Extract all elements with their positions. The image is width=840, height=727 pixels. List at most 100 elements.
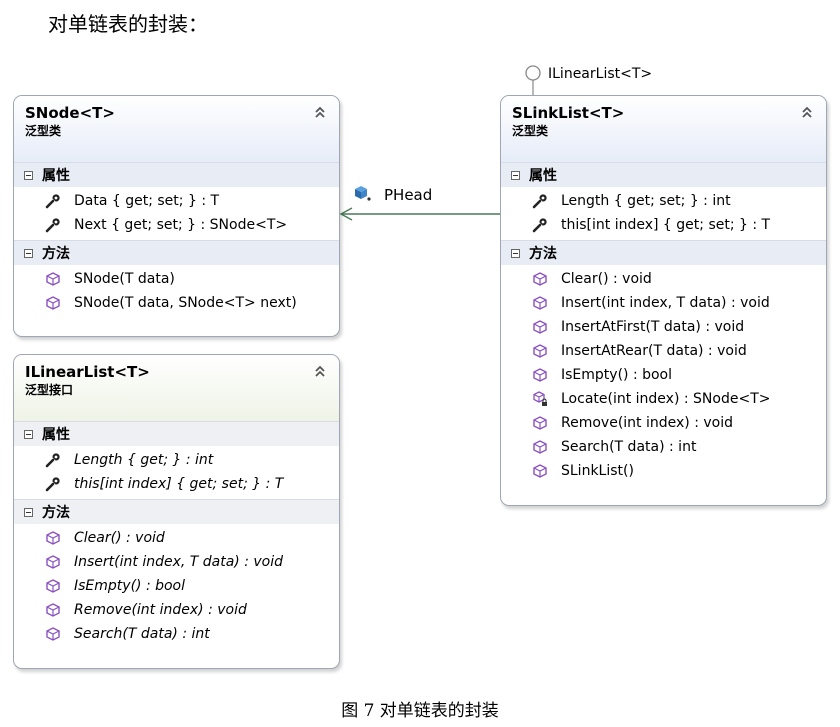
method-remove[interactable]: Remove(int index) : void: [501, 411, 826, 435]
properties-section-header[interactable]: 属性: [14, 162, 339, 187]
figure-caption: 图 7 对单链表的封装: [341, 701, 499, 721]
methods-section-header[interactable]: 方法: [14, 499, 339, 524]
class-header[interactable]: SNode<T> 泛型类: [14, 96, 339, 162]
property-this-int-index[interactable]: this[int index] { get; set; } : T: [501, 213, 826, 237]
methods-section-header[interactable]: 方法: [14, 240, 339, 265]
method-locate[interactable]: Locate(int index) : SNode<T>: [501, 387, 826, 411]
collapse-minus-icon[interactable]: [511, 248, 520, 258]
member-signature: Length { get; set; } : int: [561, 193, 731, 209]
method-isempty[interactable]: IsEmpty() : bool: [14, 574, 339, 598]
class-stereotype: 泛型接口: [25, 383, 74, 397]
wrench-icon: [45, 452, 61, 468]
method-cube-icon: [45, 626, 61, 642]
member-signature: InsertAtRear(T data) : void: [561, 343, 747, 359]
collapse-minus-icon[interactable]: [24, 248, 33, 258]
class-name: SLinkList<T>: [512, 104, 625, 122]
method-insertatrear[interactable]: InsertAtRear(T data) : void: [501, 339, 826, 363]
member-signature: Clear() : void: [74, 530, 165, 546]
property-data[interactable]: Data { get; set; } : T: [14, 189, 339, 213]
collapse-minus-icon[interactable]: [24, 507, 33, 517]
collapse-minus-icon[interactable]: [24, 429, 33, 439]
member-signature: Next { get; set; } : SNode<T>: [74, 217, 288, 233]
method-cube-icon: [532, 463, 548, 479]
method-cube-icon: [532, 271, 548, 287]
member-signature: Search(T data) : int: [561, 439, 697, 455]
section-title: 方法: [42, 246, 70, 262]
method-cube-icon: [45, 530, 61, 546]
property-length[interactable]: Length { get; set; } : int: [501, 189, 826, 213]
section-title: 属性: [529, 168, 557, 184]
method-clear[interactable]: Clear() : void: [14, 526, 339, 550]
method-cube-icon: [532, 439, 548, 455]
method-insertatfirst[interactable]: InsertAtFirst(T data) : void: [501, 315, 826, 339]
interface-lollipop-label: ILinearList<T>: [548, 66, 653, 82]
method-insert[interactable]: Insert(int index, T data) : void: [501, 291, 826, 315]
class-name: ILinearList<T>: [25, 363, 150, 381]
method-snode[interactable]: SNode(T data): [14, 267, 339, 291]
wrench-icon: [532, 217, 548, 233]
member-signature: Remove(int index) : void: [561, 415, 733, 431]
member-signature: this[int index] { get; set; } : T: [74, 476, 284, 492]
member-signature: Data { get; set; } : T: [74, 193, 220, 209]
member-signature: Search(T data) : int: [74, 626, 210, 642]
double-chevron-up-icon[interactable]: [800, 104, 814, 118]
methods-section-header[interactable]: 方法: [501, 240, 826, 265]
methods-list: SNode(T data) SNode(T data, SNode<T> next…: [14, 265, 339, 318]
method-cube-icon: [532, 367, 548, 383]
properties-section-header[interactable]: 属性: [501, 162, 826, 187]
properties-section-header[interactable]: 属性: [14, 421, 339, 446]
method-search[interactable]: Search(T data) : int: [501, 435, 826, 459]
member-signature: InsertAtFirst(T data) : void: [561, 319, 745, 335]
double-chevron-up-icon[interactable]: [313, 363, 327, 377]
wrench-icon: [45, 193, 61, 209]
method-cube-icon: [532, 415, 548, 431]
member-signature: Remove(int index) : void: [74, 602, 247, 618]
member-signature: Locate(int index) : SNode<T>: [561, 391, 771, 407]
method-slinklist[interactable]: SLinkList(): [501, 459, 826, 483]
double-chevron-up-icon[interactable]: [313, 104, 327, 118]
member-signature: Length { get; } : int: [74, 452, 214, 468]
method-remove[interactable]: Remove(int index) : void: [14, 598, 339, 622]
properties-list: Data { get; set; } : T Next { get; set; }…: [14, 187, 339, 240]
member-signature: Clear() : void: [561, 271, 652, 287]
method-clear[interactable]: Clear() : void: [501, 267, 826, 291]
class-stereotype: 泛型类: [512, 124, 549, 138]
member-signature: this[int index] { get; set; } : T: [561, 217, 771, 233]
member-signature: SNode(T data, SNode<T> next): [74, 295, 297, 311]
class-stereotype: 泛型类: [25, 124, 62, 138]
method-insert[interactable]: Insert(int index, T data) : void: [14, 550, 339, 574]
member-signature: Insert(int index, T data) : void: [561, 295, 770, 311]
member-signature: Insert(int index, T data) : void: [74, 554, 284, 570]
private-method-icon: [532, 391, 548, 407]
lollipop-circle: [525, 65, 541, 81]
collapse-minus-icon[interactable]: [511, 170, 520, 180]
property-this-int-index[interactable]: this[int index] { get; set; } : T: [14, 472, 339, 496]
member-signature: IsEmpty() : bool: [74, 578, 186, 594]
collapse-minus-icon[interactable]: [24, 170, 33, 180]
property-next[interactable]: Next { get; set; } : SNode<T>: [14, 213, 339, 237]
member-signature: SLinkList(): [561, 463, 634, 479]
class-header[interactable]: SLinkList<T> 泛型类: [501, 96, 826, 162]
ilinearlist-interface-box[interactable]: ILinearList<T> 泛型接口 属性 Length { get; } : in…: [13, 354, 340, 669]
property-length[interactable]: Length { get; } : int: [14, 448, 339, 472]
method-cube-icon: [532, 319, 548, 335]
section-title: 方法: [529, 246, 557, 262]
method-isempty[interactable]: IsEmpty() : bool: [501, 363, 826, 387]
method-search[interactable]: Search(T data) : int: [14, 622, 339, 646]
properties-list: Length { get; set; } : int this[int index…: [501, 187, 826, 240]
member-signature: SNode(T data): [74, 271, 175, 287]
wrench-icon: [45, 217, 61, 233]
section-title: 属性: [42, 168, 70, 184]
method-cube-icon: [45, 271, 61, 287]
method-cube-icon: [532, 295, 548, 311]
methods-list: Clear() : void Insert(int index, T data) …: [501, 265, 826, 486]
method-snode[interactable]: SNode(T data, SNode<T> next): [14, 291, 339, 315]
method-cube-icon: [45, 602, 61, 618]
association-label: PHead: [384, 186, 433, 204]
slinklist-class-box[interactable]: SLinkList<T> 泛型类 属性 Length { get; set; } : …: [500, 95, 827, 506]
method-cube-icon: [532, 343, 548, 359]
properties-list: Length { get; } : int this[int index] { g…: [14, 446, 339, 499]
snode-class-box[interactable]: SNode<T> 泛型类 属性 Data { get; set; } : T Next …: [13, 95, 340, 337]
method-cube-icon: [45, 554, 61, 570]
class-header[interactable]: ILinearList<T> 泛型接口: [14, 355, 339, 421]
